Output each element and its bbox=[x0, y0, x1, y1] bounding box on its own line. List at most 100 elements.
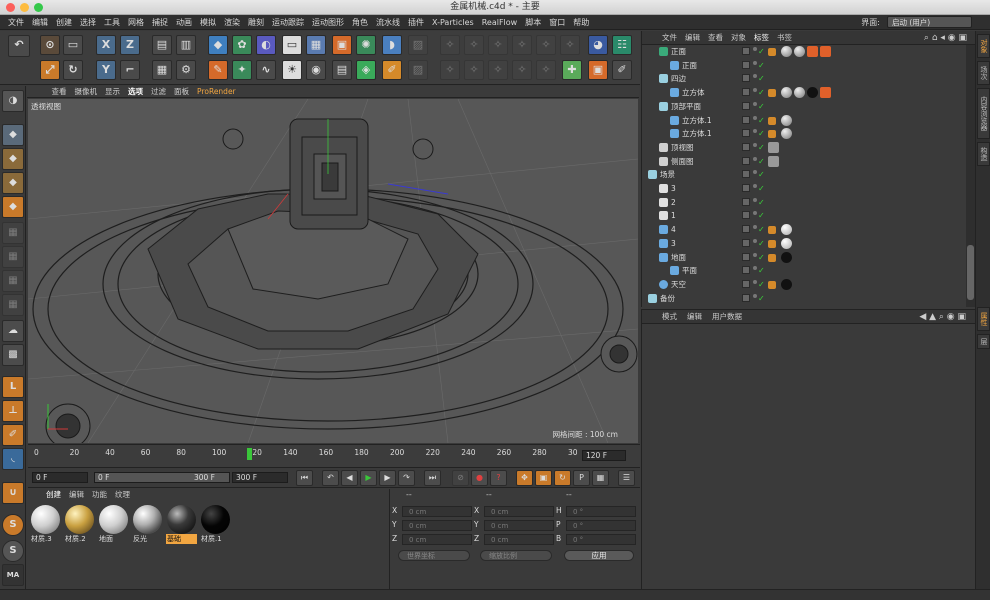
enabled-check-icon[interactable]: ✓ bbox=[758, 127, 765, 140]
visibility-dot[interactable] bbox=[753, 156, 757, 161]
tag-icon[interactable] bbox=[781, 46, 792, 57]
tag-icon[interactable] bbox=[768, 89, 776, 98]
object-menu-item[interactable]: 标签 bbox=[750, 31, 773, 45]
object-row[interactable]: 场景 ✓ bbox=[642, 168, 966, 181]
realflow-domain-icon[interactable]: ✚ bbox=[562, 60, 582, 80]
menu-item[interactable]: 文件 bbox=[4, 15, 28, 30]
play-icon[interactable]: ▶ bbox=[360, 470, 377, 486]
tag-icon[interactable] bbox=[807, 46, 818, 57]
pen-icon[interactable]: ✎ bbox=[208, 60, 228, 80]
layer-checkbox[interactable] bbox=[742, 60, 750, 69]
workplane-y-icon[interactable]: ⊥ bbox=[2, 400, 24, 422]
menu-item[interactable]: 运动图形 bbox=[308, 15, 348, 30]
attribute-menu-item[interactable]: 模式 bbox=[657, 310, 682, 324]
attribute-menu-item[interactable]: 用户数据 bbox=[707, 310, 747, 324]
object-row[interactable]: 3 ✓ bbox=[642, 237, 966, 250]
right-tab[interactable]: 层 bbox=[977, 334, 990, 349]
material-swatch[interactable]: 材质.2 bbox=[64, 505, 95, 547]
search-icon[interactable]: ⌕ ⌂ ◂ ◉ ▣ bbox=[920, 31, 971, 45]
record-icon[interactable]: ● bbox=[471, 470, 488, 486]
visibility-dot[interactable] bbox=[753, 211, 757, 216]
tag-icon[interactable] bbox=[768, 130, 776, 139]
object-row[interactable]: 侧面图 ✓ bbox=[642, 155, 966, 168]
tag-icon[interactable] bbox=[794, 87, 805, 99]
enabled-check-icon[interactable]: ✓ bbox=[758, 251, 765, 264]
enabled-check-icon[interactable]: ✓ bbox=[758, 100, 765, 113]
layer-checkbox[interactable] bbox=[742, 170, 750, 179]
object-row[interactable]: 2 ✓ bbox=[642, 196, 966, 209]
y-axis-icon[interactable]: Y bbox=[96, 60, 116, 80]
paint-icon[interactable]: ✐ bbox=[2, 424, 24, 446]
s-plugin-2-icon[interactable]: S bbox=[2, 540, 24, 562]
menu-item[interactable]: 网格 bbox=[124, 15, 148, 30]
viewport-menu-item[interactable]: 过滤 bbox=[147, 86, 170, 98]
key-rotate-icon[interactable]: ↻ bbox=[554, 470, 571, 486]
texture-mode-icon[interactable]: ◆ bbox=[2, 148, 24, 170]
layer-checkbox[interactable] bbox=[742, 156, 750, 165]
next-frame-icon[interactable]: ▶ bbox=[379, 470, 396, 486]
tag-icon[interactable] bbox=[781, 278, 792, 290]
apply-button[interactable]: 应用 bbox=[564, 550, 634, 561]
timeline[interactable]: 0 20 40 60 80 100 120 140 160 180 200 220 240 260 280 3… bbox=[28, 444, 640, 467]
visibility-dot[interactable] bbox=[753, 293, 757, 298]
layer-checkbox[interactable] bbox=[742, 293, 750, 302]
close-window-button[interactable] bbox=[6, 3, 15, 12]
auto-key-icon[interactable]: ? bbox=[490, 470, 507, 486]
visibility-dot[interactable] bbox=[753, 129, 757, 134]
coord-system-icon[interactable]: ⌐ bbox=[120, 60, 140, 80]
menu-item[interactable]: 角色 bbox=[348, 15, 372, 30]
menu-item[interactable]: 工具 bbox=[100, 15, 124, 30]
attribute-menu-item[interactable]: 编辑 bbox=[682, 310, 707, 324]
coord-field[interactable]: 0 ° bbox=[566, 506, 636, 517]
s-plugin-icon[interactable]: S bbox=[2, 514, 24, 536]
layer-checkbox[interactable] bbox=[742, 266, 750, 275]
timeline-menu-icon[interactable]: ☰ bbox=[618, 470, 635, 486]
layer-checkbox[interactable] bbox=[742, 225, 750, 234]
live-select-icon[interactable]: ⊙ bbox=[40, 35, 60, 55]
tag-icon[interactable] bbox=[768, 239, 776, 248]
visibility-dot[interactable] bbox=[753, 74, 757, 79]
menu-item[interactable]: RealFlow bbox=[478, 15, 522, 30]
menu-item[interactable]: 编辑 bbox=[28, 15, 52, 30]
enabled-check-icon[interactable]: ✓ bbox=[758, 168, 765, 181]
material-swatch[interactable]: 反光 bbox=[132, 505, 163, 547]
menu-item[interactable]: 模拟 bbox=[196, 15, 220, 30]
visibility-dot[interactable] bbox=[753, 60, 757, 65]
tag-icon[interactable] bbox=[768, 141, 779, 153]
object-scrollbar[interactable] bbox=[966, 45, 975, 307]
checker-icon[interactable]: ▩ bbox=[2, 344, 24, 366]
make-editable-icon[interactable]: ◑ bbox=[2, 90, 24, 112]
scale-dropdown[interactable]: 缩放比例 bbox=[480, 550, 552, 561]
render-picture-icon[interactable]: ▥ bbox=[176, 35, 196, 55]
workplane-icon[interactable]: ▦ bbox=[2, 294, 24, 316]
plane-icon[interactable]: ▭ bbox=[282, 35, 302, 55]
visibility-dot[interactable] bbox=[753, 252, 757, 257]
mograph-icon[interactable]: ✦ bbox=[232, 60, 252, 80]
visibility-dot[interactable] bbox=[753, 197, 757, 202]
visibility-dot[interactable] bbox=[753, 225, 757, 230]
range-slider[interactable]: 0 F 300 F bbox=[94, 472, 230, 483]
layer-checkbox[interactable] bbox=[742, 129, 750, 138]
visibility-dot[interactable] bbox=[753, 47, 757, 51]
object-row[interactable]: 天空 ✓ bbox=[642, 278, 966, 291]
material-swatch[interactable]: 材质.3 bbox=[30, 505, 61, 547]
menu-item[interactable]: 帮助 bbox=[569, 15, 593, 30]
object-row[interactable]: 立方体.1 ✓ bbox=[642, 127, 966, 140]
menu-item[interactable]: 插件 bbox=[404, 15, 428, 30]
enabled-check-icon[interactable]: ✓ bbox=[758, 114, 765, 127]
enabled-check-icon[interactable]: ✓ bbox=[758, 209, 765, 222]
subdivision-icon[interactable]: ✿ bbox=[232, 35, 252, 55]
layer-checkbox[interactable] bbox=[742, 184, 750, 192]
object-row[interactable]: 正面 ✓ bbox=[642, 45, 966, 58]
enabled-check-icon[interactable]: ✓ bbox=[758, 59, 765, 72]
menu-item[interactable]: 选择 bbox=[76, 15, 100, 30]
points-mode-icon[interactable]: ◆ bbox=[2, 172, 24, 194]
polygons-mode-icon[interactable]: ▦ bbox=[2, 222, 24, 244]
object-row[interactable]: 立方体.1 ✓ bbox=[642, 114, 966, 127]
visibility-dot[interactable] bbox=[753, 142, 757, 147]
realflow-brush-icon[interactable]: ✐ bbox=[612, 60, 632, 80]
snap-icon[interactable]: ☁ bbox=[2, 320, 24, 342]
layer-checkbox[interactable] bbox=[742, 101, 750, 110]
material-menu-item[interactable]: 功能 bbox=[88, 489, 111, 501]
enabled-check-icon[interactable]: ✓ bbox=[758, 223, 765, 236]
